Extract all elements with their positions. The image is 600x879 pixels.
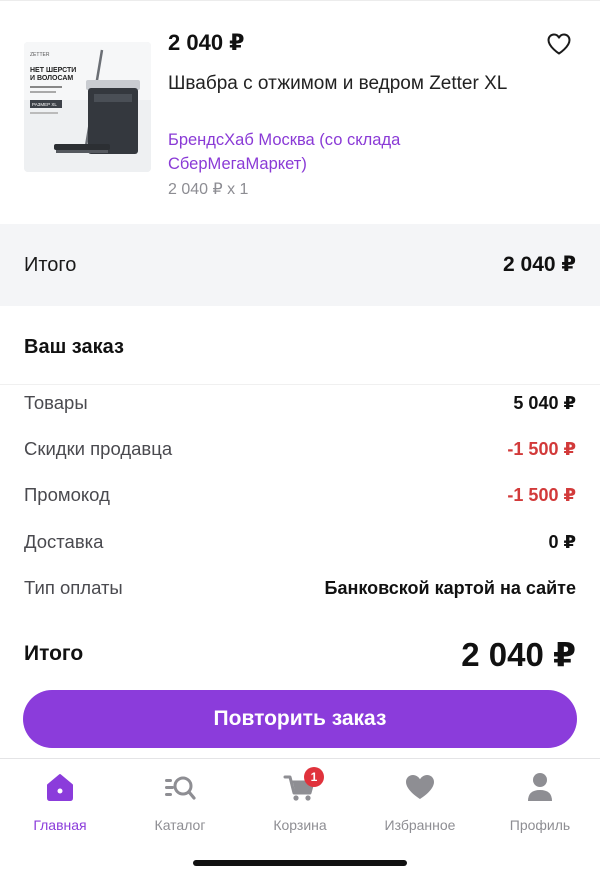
nav-profile[interactable]: Профиль [480,769,600,839]
summary-row-delivery: Доставка 0 ₽ [24,527,576,557]
nav-label: Корзина [273,817,327,833]
summary-row-payment-type: Тип оплаты Банковской картой на сайте [24,573,576,603]
seller-link[interactable]: БрендсХаб Москва (со склада СберМегаМарк… [168,128,508,176]
product-image-drawing: ZETTER НЕТ ШЕРСТИ И ВОЛОСАМ РАЗМЕР XL [24,42,151,172]
heart-icon [402,769,438,805]
items-total-band: Итого 2 040 ₽ [0,224,600,306]
svg-text:ZETTER: ZETTER [30,52,50,58]
items-total-value: 2 040 ₽ [503,253,576,276]
summary-label: Скидки продавца [24,438,173,459]
nav-favorites[interactable]: Избранное [360,769,480,839]
product-title[interactable]: Швабра с отжимом и ведром Zetter XL [168,70,548,98]
product-image[interactable]: ZETTER НЕТ ШЕРСТИ И ВОЛОСАМ РАЗМЕР XL [24,42,151,172]
svg-text:И ВОЛОСАМ: И ВОЛОСАМ [30,75,73,82]
nav-label: Избранное [384,817,456,833]
summary-row-seller-discount: Скидки продавца -1 500 ₽ [24,434,576,464]
divider [0,384,600,385]
order-summary-title: Ваш заказ [24,336,124,358]
price-quantity: 2 040 ₽ x 1 [168,181,249,198]
order-product-card[interactable]: ZETTER НЕТ ШЕРСТИ И ВОЛОСАМ РАЗМЕР XL 2 … [0,0,600,224]
nav-label: Профиль [509,817,571,833]
heart-outline-icon [547,33,571,55]
summary-value-discount: -1 500 ₽ [507,438,576,459]
summary-label: Промокод [24,484,110,505]
favorite-button[interactable] [544,30,574,58]
nav-label: Главная [33,817,87,833]
product-price: 2 040 ₽ [168,30,245,55]
grand-total-value: 2 040 ₽ [461,635,576,673]
nav-cart[interactable]: 1 Корзина [240,767,360,839]
summary-label: Доставка [24,531,104,552]
summary-value: 0 ₽ [548,531,576,552]
nav-label: Каталог [154,817,206,833]
summary-value-promocode: -1 500 ₽ [507,484,576,505]
items-total-label: Итого [24,254,77,276]
summary-label: Товары [24,392,88,413]
cart-badge: 1 [304,767,324,787]
repeat-order-button[interactable]: Повторить заказ [23,690,577,748]
summary-value-payment: Банковской картой на сайте [324,577,576,598]
profile-icon [522,769,558,805]
cart-icon: 1 [282,767,324,805]
summary-label: Тип оплаты [24,577,123,598]
order-grand-total: Итого 2 040 ₽ [24,632,576,676]
summary-row-promocode: Промокод -1 500 ₽ [24,480,576,510]
nav-home[interactable]: Главная [0,769,120,839]
svg-text:НЕТ ШЕРСТИ: НЕТ ШЕРСТИ [30,67,76,74]
svg-text:РАЗМЕР XL: РАЗМЕР XL [32,102,57,107]
grand-total-label: Итого [24,642,84,665]
home-icon [42,769,78,805]
home-indicator[interactable] [193,860,407,866]
catalog-search-icon [162,769,198,805]
nav-catalog[interactable]: Каталог [120,769,240,839]
summary-value: 5 040 ₽ [513,392,576,413]
summary-row-goods: Товары 5 040 ₽ [24,388,576,418]
